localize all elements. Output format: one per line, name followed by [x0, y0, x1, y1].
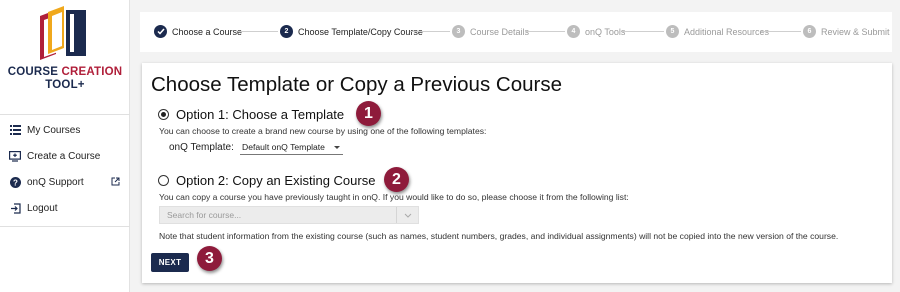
sidebar-item-my-courses[interactable]: My Courses — [0, 120, 130, 140]
step-label: Review & Submit — [821, 26, 890, 37]
step-badge-3: 3 — [197, 246, 222, 271]
step-label: Course Details — [470, 26, 530, 37]
template-label: onQ Template: — [169, 142, 234, 153]
sidebar-item-create-course[interactable]: Create a Course — [0, 146, 130, 166]
step-choose-course: Choose a Course — [154, 25, 242, 38]
next-button[interactable]: NEXT — [151, 253, 189, 272]
copy-note: Note that student information from the e… — [159, 231, 839, 241]
progress-stepper: Choose a Course 2 Choose Template/Copy C… — [140, 12, 892, 52]
chevron-down-icon — [396, 207, 418, 223]
step-number: 5 — [666, 25, 679, 38]
option1-description: You can choose to create a brand new cou… — [159, 126, 487, 136]
logout-icon — [9, 202, 21, 214]
brand-word-course: COURSE — [7, 66, 59, 78]
caret-down-icon — [334, 146, 340, 149]
option2-label[interactable]: Option 2: Copy an Existing Course — [176, 173, 375, 188]
template-select[interactable]: Default onQ Template — [240, 141, 343, 155]
step-review-submit: 6 Review & Submit — [803, 25, 890, 38]
sidebar: COURSE CREATION TOOL+ My Courses Create … — [0, 0, 130, 292]
sidebar-item-label: onQ Support — [27, 176, 84, 188]
step-number: 6 — [803, 25, 816, 38]
sidebar-item-logout[interactable]: Logout — [0, 198, 130, 218]
step-label: onQ Tools — [585, 26, 626, 37]
template-select-value: Default onQ Template — [242, 142, 325, 152]
step-connector — [622, 31, 664, 32]
sidebar-item-label: Logout — [27, 202, 58, 214]
step-choose-template: 2 Choose Template/Copy Course — [280, 25, 423, 38]
page-title: Choose Template or Copy a Previous Cours… — [151, 73, 562, 96]
sidebar-item-onq-support[interactable]: ? onQ Support — [0, 172, 130, 192]
step-connector — [525, 31, 565, 32]
step-additional-resources: 5 Additional Resources — [666, 25, 769, 38]
step-label: Choose a Course — [172, 26, 243, 37]
option1-radio[interactable] — [158, 109, 169, 120]
step-connector — [761, 31, 801, 32]
step-course-details: 3 Course Details — [452, 25, 529, 38]
brand-subtitle: TOOL+ — [45, 79, 85, 91]
brand-title: COURSE CREATION — [0, 66, 130, 78]
app-logo — [40, 6, 86, 60]
step-number: 3 — [452, 25, 465, 38]
external-link-icon — [111, 177, 120, 186]
option1-label[interactable]: Option 1: Choose a Template — [176, 107, 344, 122]
step-number: 4 — [567, 25, 580, 38]
sidebar-item-label: Create a Course — [27, 150, 101, 162]
step-label: Additional Resources — [684, 26, 770, 37]
list-icon — [9, 124, 21, 136]
step-onq-tools: 4 onQ Tools — [567, 25, 625, 38]
checkmark-icon — [154, 25, 167, 38]
sidebar-divider — [0, 114, 130, 115]
main-card: Choose Template or Copy a Previous Cours… — [142, 63, 892, 283]
brand-word-creation: CREATION — [61, 66, 123, 78]
help-icon: ? — [9, 176, 21, 188]
option2-description: You can copy a course you have previousl… — [159, 192, 629, 202]
step-number: 2 — [280, 25, 293, 38]
add-screen-icon — [9, 150, 21, 162]
course-search-input[interactable]: Search for course... — [159, 206, 419, 224]
svg-text:?: ? — [13, 178, 18, 187]
step-badge-2: 2 — [384, 167, 409, 192]
step-badge-1: 1 — [356, 101, 381, 126]
step-label: Choose Template/Copy Course — [298, 26, 423, 37]
search-placeholder: Search for course... — [167, 210, 242, 220]
step-connector — [410, 31, 450, 32]
step-connector — [238, 31, 278, 32]
sidebar-divider — [0, 226, 130, 227]
option2-radio[interactable] — [158, 175, 169, 186]
sidebar-item-label: My Courses — [27, 124, 81, 136]
